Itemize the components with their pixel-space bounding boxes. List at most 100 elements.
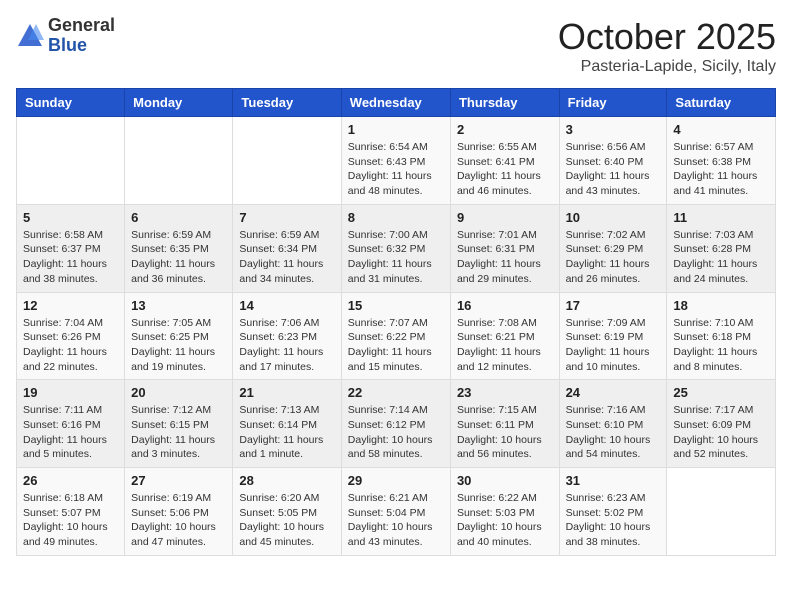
day-number: 22: [348, 385, 444, 400]
day-info: Sunrise: 7:01 AM Sunset: 6:31 PM Dayligh…: [457, 228, 553, 287]
day-cell: 24 Sunrise: 7:16 AM Sunset: 6:10 PM Dayli…: [559, 380, 667, 468]
day-cell: 22 Sunrise: 7:14 AM Sunset: 6:12 PM Dayli…: [341, 380, 450, 468]
day-info: Sunrise: 6:19 AM Sunset: 5:06 PM Dayligh…: [131, 491, 226, 550]
week-row-3: 12 Sunrise: 7:04 AM Sunset: 6:26 PM Dayli…: [17, 292, 776, 380]
day-info: Sunrise: 6:21 AM Sunset: 5:04 PM Dayligh…: [348, 491, 444, 550]
day-number: 25: [673, 385, 769, 400]
day-cell: 11 Sunrise: 7:03 AM Sunset: 6:28 PM Dayli…: [667, 204, 776, 292]
day-info: Sunrise: 6:18 AM Sunset: 5:07 PM Dayligh…: [23, 491, 118, 550]
day-number: 16: [457, 298, 553, 313]
day-cell: 29 Sunrise: 6:21 AM Sunset: 5:04 PM Dayli…: [341, 468, 450, 556]
weekday-header-tuesday: Tuesday: [233, 89, 341, 117]
day-number: 3: [566, 122, 661, 137]
day-number: 17: [566, 298, 661, 313]
day-info: Sunrise: 6:55 AM Sunset: 6:41 PM Dayligh…: [457, 140, 553, 199]
day-cell: 6 Sunrise: 6:59 AM Sunset: 6:35 PM Daylig…: [125, 204, 233, 292]
day-cell: 10 Sunrise: 7:02 AM Sunset: 6:29 PM Dayli…: [559, 204, 667, 292]
day-info: Sunrise: 6:57 AM Sunset: 6:38 PM Dayligh…: [673, 140, 769, 199]
day-number: 27: [131, 473, 226, 488]
day-number: 21: [239, 385, 334, 400]
day-cell: 18Sunrise: 7:10 AM Sunset: 6:18 PM Dayli…: [667, 292, 776, 380]
day-number: 30: [457, 473, 553, 488]
day-info: Sunrise: 7:13 AM Sunset: 6:14 PM Dayligh…: [239, 403, 334, 462]
day-info: Sunrise: 7:11 AM Sunset: 6:16 PM Dayligh…: [23, 403, 118, 462]
day-info: Sunrise: 7:12 AM Sunset: 6:15 PM Dayligh…: [131, 403, 226, 462]
day-cell: [667, 468, 776, 556]
day-cell: 16 Sunrise: 7:08 AM Sunset: 6:21 PM Dayli…: [450, 292, 559, 380]
logo: General Blue: [16, 16, 115, 56]
weekday-header-friday: Friday: [559, 89, 667, 117]
calendar-table: SundayMondayTuesdayWednesdayThursdayFrid…: [16, 88, 776, 556]
day-info: Sunrise: 7:02 AM Sunset: 6:29 PM Dayligh…: [566, 228, 661, 287]
day-number: 9: [457, 210, 553, 225]
day-cell: 28Sunrise: 6:20 AM Sunset: 5:05 PM Dayli…: [233, 468, 341, 556]
weekday-header-monday: Monday: [125, 89, 233, 117]
day-info: Sunrise: 7:04 AM Sunset: 6:26 PM Dayligh…: [23, 316, 118, 375]
day-info: Sunrise: 6:59 AM Sunset: 6:35 PM Dayligh…: [131, 228, 226, 287]
day-cell: [125, 117, 233, 205]
day-info: Sunrise: 6:59 AM Sunset: 6:34 PM Dayligh…: [239, 228, 334, 287]
day-cell: 20 Sunrise: 7:12 AM Sunset: 6:15 PM Dayli…: [125, 380, 233, 468]
day-cell: 12 Sunrise: 7:04 AM Sunset: 6:26 PM Dayli…: [17, 292, 125, 380]
day-number: 6: [131, 210, 226, 225]
day-number: 13: [131, 298, 226, 313]
day-cell: 21 Sunrise: 7:13 AM Sunset: 6:14 PM Dayli…: [233, 380, 341, 468]
day-info: Sunrise: 6:23 AM Sunset: 5:02 PM Dayligh…: [566, 491, 661, 550]
day-info: Sunrise: 7:00 AM Sunset: 6:32 PM Dayligh…: [348, 228, 444, 287]
logo-icon: [16, 22, 44, 50]
day-number: 1: [348, 122, 444, 137]
day-cell: 31Sunrise: 6:23 AM Sunset: 5:02 PM Dayli…: [559, 468, 667, 556]
day-info: Sunrise: 7:15 AM Sunset: 6:11 PM Dayligh…: [457, 403, 553, 462]
location-subtitle: Pasteria-Lapide, Sicily, Italy: [558, 58, 776, 76]
day-number: 15: [348, 298, 444, 313]
week-row-4: 19 Sunrise: 7:11 AM Sunset: 6:16 PM Dayli…: [17, 380, 776, 468]
day-cell: 25 Sunrise: 7:17 AM Sunset: 6:09 PM Dayli…: [667, 380, 776, 468]
day-number: 14: [239, 298, 334, 313]
weekday-header-wednesday: Wednesday: [341, 89, 450, 117]
day-info: Sunrise: 7:17 AM Sunset: 6:09 PM Dayligh…: [673, 403, 769, 462]
day-number: 23: [457, 385, 553, 400]
day-number: 12: [23, 298, 118, 313]
day-number: 20: [131, 385, 226, 400]
day-number: 10: [566, 210, 661, 225]
day-cell: 5Sunrise: 6:58 AM Sunset: 6:37 PM Daylig…: [17, 204, 125, 292]
weekday-header-saturday: Saturday: [667, 89, 776, 117]
day-cell: 26 Sunrise: 6:18 AM Sunset: 5:07 PM Dayli…: [17, 468, 125, 556]
day-info: Sunrise: 7:14 AM Sunset: 6:12 PM Dayligh…: [348, 403, 444, 462]
day-cell: 15Sunrise: 7:07 AM Sunset: 6:22 PM Dayli…: [341, 292, 450, 380]
day-number: 29: [348, 473, 444, 488]
title-block: October 2025 Pasteria-Lapide, Sicily, It…: [558, 16, 776, 76]
day-info: Sunrise: 7:09 AM Sunset: 6:19 PM Dayligh…: [566, 316, 661, 375]
day-cell: 17 Sunrise: 7:09 AM Sunset: 6:19 PM Dayli…: [559, 292, 667, 380]
day-number: 19: [23, 385, 118, 400]
day-cell: 2 Sunrise: 6:55 AM Sunset: 6:41 PM Daylig…: [450, 117, 559, 205]
day-info: Sunrise: 6:22 AM Sunset: 5:03 PM Dayligh…: [457, 491, 553, 550]
day-info: Sunrise: 7:08 AM Sunset: 6:21 PM Dayligh…: [457, 316, 553, 375]
day-number: 8: [348, 210, 444, 225]
day-cell: 30 Sunrise: 6:22 AM Sunset: 5:03 PM Dayli…: [450, 468, 559, 556]
day-cell: [17, 117, 125, 205]
day-info: Sunrise: 7:03 AM Sunset: 6:28 PM Dayligh…: [673, 228, 769, 287]
day-cell: 9 Sunrise: 7:01 AM Sunset: 6:31 PM Daylig…: [450, 204, 559, 292]
weekday-header-row: SundayMondayTuesdayWednesdayThursdayFrid…: [17, 89, 776, 117]
day-cell: 3Sunrise: 6:56 AM Sunset: 6:40 PM Daylig…: [559, 117, 667, 205]
weekday-header-sunday: Sunday: [17, 89, 125, 117]
day-cell: 13Sunrise: 7:05 AM Sunset: 6:25 PM Dayli…: [125, 292, 233, 380]
day-number: 11: [673, 210, 769, 225]
day-info: Sunrise: 6:58 AM Sunset: 6:37 PM Dayligh…: [23, 228, 118, 287]
day-number: 26: [23, 473, 118, 488]
week-row-1: 1 Sunrise: 6:54 AM Sunset: 6:43 PM Daylig…: [17, 117, 776, 205]
day-cell: 23 Sunrise: 7:15 AM Sunset: 6:11 PM Dayli…: [450, 380, 559, 468]
month-title: October 2025: [558, 16, 776, 58]
day-info: Sunrise: 7:16 AM Sunset: 6:10 PM Dayligh…: [566, 403, 661, 462]
day-cell: 7Sunrise: 6:59 AM Sunset: 6:34 PM Daylig…: [233, 204, 341, 292]
page-header: General Blue October 2025 Pasteria-Lapid…: [16, 16, 776, 76]
day-cell: 14Sunrise: 7:06 AM Sunset: 6:23 PM Dayli…: [233, 292, 341, 380]
day-cell: 19 Sunrise: 7:11 AM Sunset: 6:16 PM Dayli…: [17, 380, 125, 468]
day-number: 4: [673, 122, 769, 137]
day-number: 24: [566, 385, 661, 400]
week-row-2: 5Sunrise: 6:58 AM Sunset: 6:37 PM Daylig…: [17, 204, 776, 292]
day-number: 2: [457, 122, 553, 137]
logo-text: General Blue: [48, 16, 115, 56]
day-info: Sunrise: 6:54 AM Sunset: 6:43 PM Dayligh…: [348, 140, 444, 199]
